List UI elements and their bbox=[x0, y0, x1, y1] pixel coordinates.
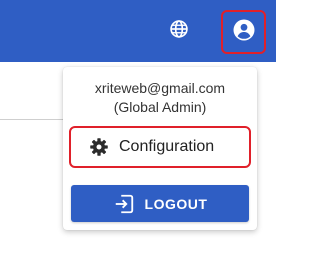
configuration-label: Configuration bbox=[119, 138, 215, 155]
globe-icon bbox=[169, 19, 189, 44]
gear-icon bbox=[89, 137, 109, 157]
account-button[interactable] bbox=[221, 10, 266, 54]
user-menu-dropdown: xriteweb@gmail.com (Global Admin) Config bbox=[63, 67, 257, 230]
user-email: xriteweb@gmail.com bbox=[94, 80, 226, 96]
logout-icon bbox=[113, 193, 135, 215]
top-app-bar bbox=[0, 0, 276, 62]
logout-label: LOGOUT bbox=[144, 195, 208, 212]
page-divider bbox=[0, 119, 66, 120]
configuration-menu-item[interactable]: Configuration bbox=[69, 126, 251, 168]
user-role: (Global Admin) bbox=[113, 99, 207, 115]
account-circle-icon bbox=[232, 18, 256, 47]
language-button[interactable] bbox=[160, 12, 198, 50]
logout-button[interactable]: LOGOUT bbox=[71, 185, 249, 222]
